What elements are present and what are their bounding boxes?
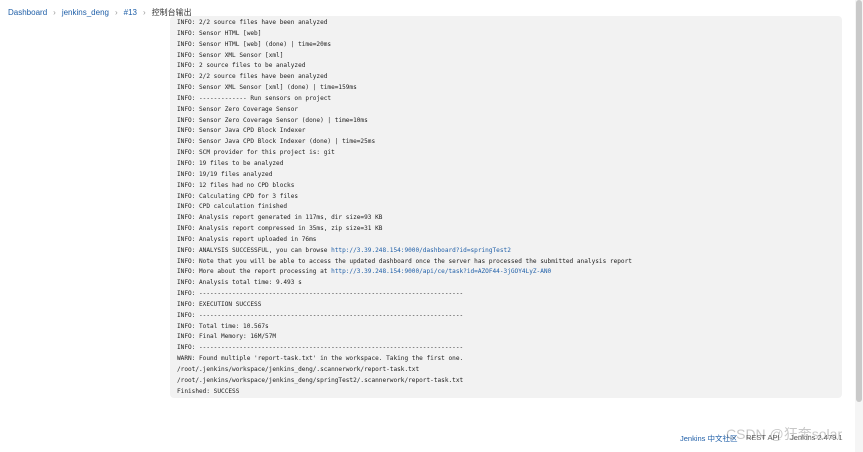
console-line: INFO: Analysis report compressed in 35ms… xyxy=(177,224,842,235)
chevron-right-icon: › xyxy=(53,7,56,17)
watermark: CSDN @狂奔solar xyxy=(726,426,843,442)
console-line-text: INFO: Calculating CPD for 3 files xyxy=(177,192,299,200)
console-line-text: INFO: 12 files had no CPD blocks xyxy=(177,181,295,189)
console-line: INFO: More about the report processing a… xyxy=(177,267,842,278)
console-line-text: WARN: Found multiple 'report-task.txt' i… xyxy=(177,355,464,363)
console-line: INFO: Calculating CPD for 3 files xyxy=(177,192,842,203)
console-line: INFO: 12 files had no CPD blocks xyxy=(177,181,842,192)
console-line-text: INFO: 2 source files to be analyzed xyxy=(177,62,306,70)
console-line: INFO: Sensor Java CPD Block Indexer xyxy=(177,126,842,137)
console-line-text: Finished: SUCCESS xyxy=(177,387,240,395)
console-line-text: INFO: Total time: 10.567s xyxy=(177,322,269,330)
console-line-text: INFO: ----------------------------------… xyxy=(177,311,464,319)
console-line: INFO: 2/2 source files have been analyze… xyxy=(177,18,842,29)
console-line: INFO: SCM provider for this project is: … xyxy=(177,148,842,159)
breadcrumb-build[interactable]: #13 xyxy=(124,8,137,17)
console-line-text: INFO: Sensor HTML [web] (done) | time=20… xyxy=(177,40,332,48)
console-line-text: INFO: Sensor Java CPD Block Indexer (don… xyxy=(177,138,376,146)
console-line-text: INFO: ----------------------------------… xyxy=(177,344,464,352)
breadcrumb-job[interactable]: jenkins_deng xyxy=(62,8,109,17)
console-line-text: INFO: More about the report processing a… xyxy=(177,268,332,276)
console-line-text: INFO: Analysis report generated in 117ms… xyxy=(177,214,383,222)
breadcrumb-dashboard[interactable]: Dashboard xyxy=(8,8,47,17)
console-line: INFO: Sensor HTML [web] xyxy=(177,29,842,40)
console-line-text: INFO: Sensor Zero Coverage Sensor xyxy=(177,105,299,113)
console-line: INFO: 19/19 files analyzed xyxy=(177,170,842,181)
console-line-text: INFO: Sensor Java CPD Block Indexer xyxy=(177,127,306,135)
console-line: INFO: Sensor XML Sensor [xml] (done) | t… xyxy=(177,83,842,94)
console-line: Finished: SUCCESS xyxy=(177,387,842,398)
console-line-text: INFO: EXECUTION SUCCESS xyxy=(177,300,262,308)
scrollbar-thumb[interactable] xyxy=(856,0,862,402)
console-line: INFO: ------------- Run sensors on proje… xyxy=(177,94,842,105)
console-line: INFO: Final Memory: 16M/57M xyxy=(177,332,842,343)
console-line-text: /root/.jenkins/workspace/jenkins_deng/sp… xyxy=(177,376,464,384)
console-line-text: INFO: ------------- Run sensors on proje… xyxy=(177,94,332,102)
console-line: INFO: CPD calculation finished xyxy=(177,202,842,213)
chevron-right-icon: › xyxy=(143,7,146,17)
console-line: INFO: Note that you will be able to acce… xyxy=(177,257,842,268)
console-link[interactable]: http://3.39.248.154:9000/api/ce/task?id=… xyxy=(331,268,551,275)
console-line: INFO: Sensor Zero Coverage Sensor (done)… xyxy=(177,116,842,127)
console-line: INFO: Total time: 10.567s xyxy=(177,322,842,333)
console-line-text: INFO: ----------------------------------… xyxy=(177,290,464,298)
console-link[interactable]: http://3.39.248.154:9000/dashboard?id=sp… xyxy=(331,247,511,254)
console-line-text: INFO: SCM provider for this project is: … xyxy=(177,149,335,157)
console-line-text: INFO: Sensor Zero Coverage Sensor (done)… xyxy=(177,116,368,124)
console-line-text: INFO: Analysis report compressed in 35ms… xyxy=(177,225,383,233)
console-line: INFO: ----------------------------------… xyxy=(177,289,842,300)
console-output: INFO: 2/2 source files have been analyze… xyxy=(170,16,842,398)
console-line: INFO: Sensor HTML [web] (done) | time=20… xyxy=(177,40,842,51)
console-line: INFO: 2/2 source files have been analyze… xyxy=(177,72,842,83)
console-line-text: INFO: Analysis report uploaded in 76ms xyxy=(177,235,317,243)
console-line-text: INFO: Analysis total time: 9.493 s xyxy=(177,279,302,287)
chevron-right-icon: › xyxy=(114,7,118,17)
console-line: INFO: ----------------------------------… xyxy=(177,311,842,322)
console-line-text: /root/.jenkins/workspace/jenkins_deng/.s… xyxy=(177,366,420,373)
console-line-text: INFO: CPD calculation finished xyxy=(177,203,288,211)
console-line: INFO: ----------------------------------… xyxy=(177,343,842,354)
console-line: WARN: Found multiple 'report-task.txt' i… xyxy=(177,354,842,365)
console-line: INFO: EXECUTION SUCCESS xyxy=(177,300,842,311)
console-line-text: INFO: Sensor XML Sensor [xml] (done) | t… xyxy=(177,84,357,92)
console-line: INFO: Analysis report generated in 117ms… xyxy=(177,213,842,224)
console-line: INFO: Sensor XML Sensor [xml] xyxy=(177,51,842,62)
console-line-text: INFO: 2/2 source files have been analyze… xyxy=(177,19,328,26)
console-line: /root/.jenkins/workspace/jenkins_deng/sp… xyxy=(177,376,842,387)
console-line: INFO: Analysis total time: 9.493 s xyxy=(177,278,842,289)
console-line: INFO: ANALYSIS SUCCESSFUL, you can brows… xyxy=(177,246,842,257)
console-line-text: INFO: 19/19 files analyzed xyxy=(177,170,273,178)
console-line-text: INFO: ANALYSIS SUCCESSFUL, you can brows… xyxy=(177,246,332,254)
console-line: INFO: 2 source files to be analyzed xyxy=(177,61,842,72)
console-line-text: INFO: Sensor HTML [web] xyxy=(177,29,262,37)
console-line-text: INFO: Sensor XML Sensor [xml] xyxy=(177,51,284,59)
console-line-text: INFO: Final Memory: 16M/57M xyxy=(177,333,277,341)
console-line: /root/.jenkins/workspace/jenkins_deng/.s… xyxy=(177,365,842,376)
console-line: INFO: Sensor Java CPD Block Indexer (don… xyxy=(177,137,842,148)
console-line: INFO: Analysis report uploaded in 76ms xyxy=(177,235,842,246)
console-line-text: INFO: 19 files to be analyzed xyxy=(177,159,284,167)
console-line-text: INFO: 2/2 source files have been analyze… xyxy=(177,73,328,81)
console-line: INFO: 19 files to be analyzed xyxy=(177,159,842,170)
console-log: INFO: 2/2 source files have been analyze… xyxy=(177,18,842,398)
page-scrollbar[interactable] xyxy=(855,0,863,452)
console-line-text: INFO: Note that you will be able to acce… xyxy=(177,257,632,265)
console-line: INFO: Sensor Zero Coverage Sensor xyxy=(177,105,842,116)
